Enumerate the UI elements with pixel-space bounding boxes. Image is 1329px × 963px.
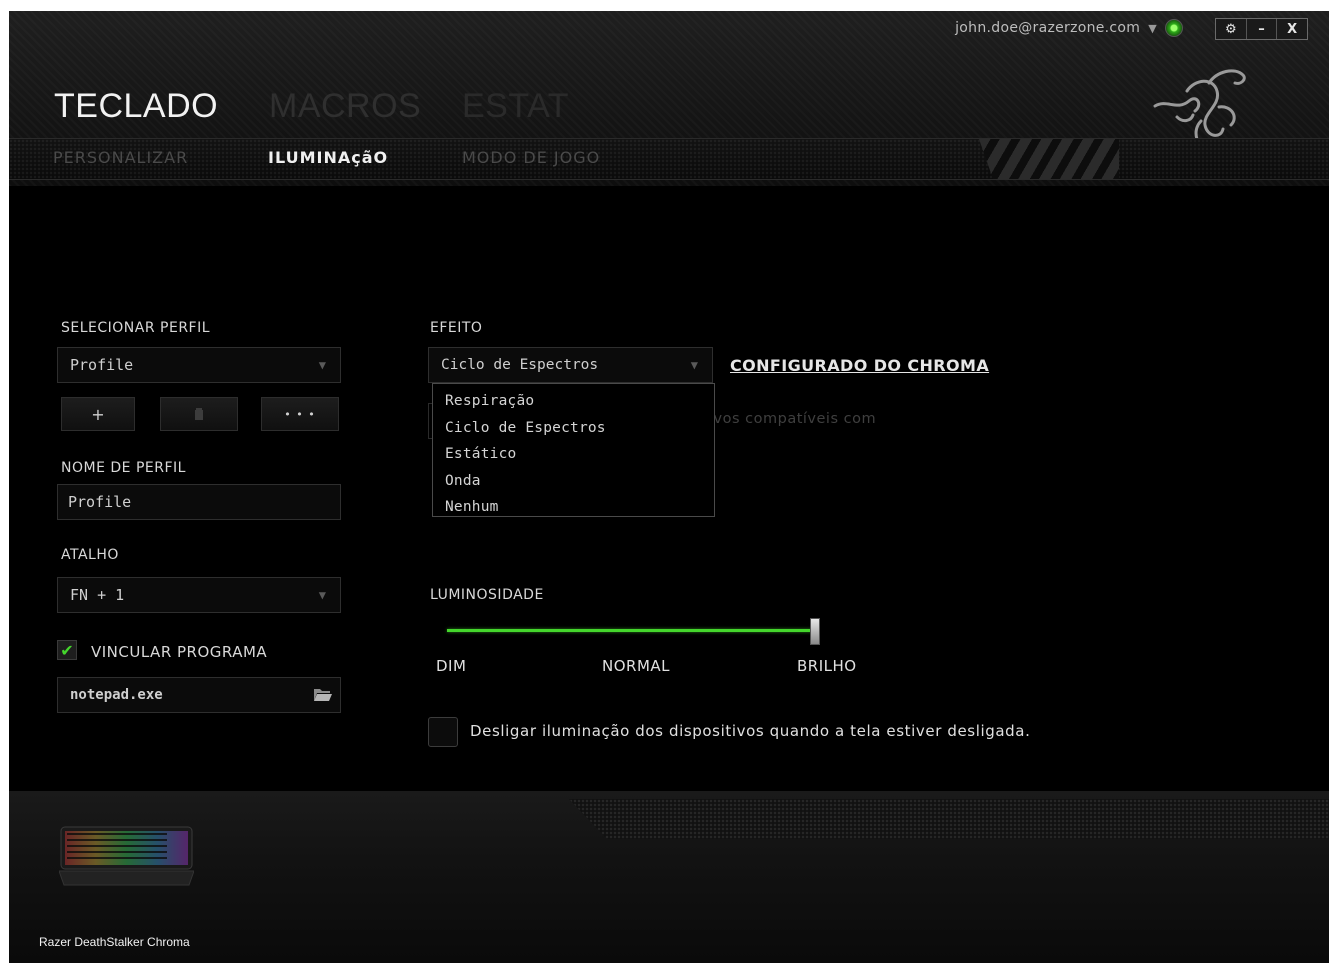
account-email[interactable]: john.doe@razerzone.com: [955, 20, 1140, 36]
profile-select-value: Profile: [70, 356, 134, 374]
effect-label: EFEITO: [430, 320, 483, 336]
add-profile-button[interactable]: +: [61, 397, 135, 431]
screen-off-label: Desligar iluminação dos dispositivos qua…: [470, 722, 1031, 740]
more-options-button[interactable]: • • •: [261, 397, 339, 431]
subtab-iluminacao[interactable]: ILUMINAçãO: [268, 148, 388, 167]
profile-name-value: Profile: [68, 493, 132, 511]
tab-macros[interactable]: MACROS: [269, 87, 421, 126]
dropdown-arrow-icon: ▼: [690, 358, 698, 372]
brightness-normal-label: NORMAL: [602, 657, 671, 675]
brightness-dim-label: DIM: [436, 657, 467, 675]
header: john.doe@razerzone.com ▼ ⚙ – X TECLADO M…: [9, 11, 1329, 186]
shortcut-label: ATALHO: [61, 547, 119, 563]
select-profile-label: SELECIONAR PERFIL: [61, 320, 211, 336]
dropdown-arrow-icon: ▼: [318, 588, 326, 602]
checkmark-icon: ✔: [60, 640, 74, 660]
program-path-value: notepad.exe: [70, 687, 163, 703]
profile-name-label: NOME DE PERFIL: [61, 460, 186, 476]
profile-name-input[interactable]: Profile: [57, 484, 341, 520]
partially-hidden-hint: ivos compatíveis com: [709, 411, 877, 427]
trash-icon: [195, 408, 203, 420]
decorative-pattern: [569, 799, 1329, 839]
link-program-checkbox[interactable]: ✔: [57, 640, 77, 660]
window-controls: ⚙ – X: [1215, 18, 1308, 40]
profile-select[interactable]: Profile ▼: [57, 347, 341, 383]
tab-estat[interactable]: ESTAT: [462, 87, 569, 126]
chroma-configurator-link[interactable]: CONFIGURADO DO CHROMA: [730, 356, 989, 375]
decorative-stripes: [979, 139, 1119, 179]
dropdown-arrow-icon: ▼: [318, 358, 326, 372]
plus-icon: +: [91, 404, 105, 424]
brightness-slider-track[interactable]: [447, 629, 815, 632]
keyboard-device-icon[interactable]: [59, 821, 194, 887]
device-footer: Razer DeathStalker Chroma: [9, 791, 1329, 963]
close-button[interactable]: X: [1277, 19, 1307, 39]
account-menu[interactable]: john.doe@razerzone.com ▼: [955, 18, 1183, 38]
device-name: Razer DeathStalker Chroma: [39, 935, 190, 949]
effect-option-nenhum[interactable]: Nenhum: [433, 494, 714, 521]
screen-off-checkbox[interactable]: [428, 717, 458, 747]
chevron-down-icon[interactable]: ▼: [1148, 22, 1157, 35]
shortcut-select[interactable]: FN + 1 ▼: [57, 577, 341, 613]
effect-select[interactable]: Ciclo de Espectros ▼: [428, 347, 713, 383]
online-status-icon: [1165, 19, 1183, 37]
tab-teclado[interactable]: TECLADO: [54, 87, 218, 126]
brightness-max-label: BRILHO: [797, 657, 857, 675]
brightness-slider-handle[interactable]: [810, 618, 820, 645]
folder-icon[interactable]: [314, 687, 332, 701]
more-dots-icon: • • •: [284, 407, 316, 421]
effect-option-onda[interactable]: Onda: [433, 468, 714, 495]
minimize-button[interactable]: –: [1247, 19, 1278, 39]
program-path-input[interactable]: notepad.exe: [57, 677, 341, 713]
link-program-label: VINCULAR PROGRAMA: [91, 643, 268, 661]
subtab-personalizar[interactable]: PERSONALIZAR: [53, 148, 188, 167]
effect-dropdown-list: Respiração Ciclo de Espectros Estático O…: [432, 383, 715, 517]
effect-option-ciclo-de-espectros[interactable]: Ciclo de Espectros: [433, 415, 714, 442]
effect-select-value: Ciclo de Espectros: [441, 357, 599, 373]
effect-option-respiracao[interactable]: Respiração: [433, 388, 714, 415]
sub-navigation: PERSONALIZAR ILUMINAçãO MODO DE JOGO: [9, 138, 1329, 180]
shortcut-value: FN + 1: [70, 586, 125, 604]
subtab-modo-de-jogo[interactable]: MODO DE JOGO: [462, 148, 600, 167]
delete-profile-button[interactable]: [160, 397, 238, 431]
settings-gear-icon[interactable]: ⚙: [1216, 19, 1247, 39]
razer-synapse-window: john.doe@razerzone.com ▼ ⚙ – X TECLADO M…: [9, 11, 1329, 963]
brightness-label: LUMINOSIDADE: [430, 587, 544, 603]
effect-option-estatico[interactable]: Estático: [433, 441, 714, 468]
